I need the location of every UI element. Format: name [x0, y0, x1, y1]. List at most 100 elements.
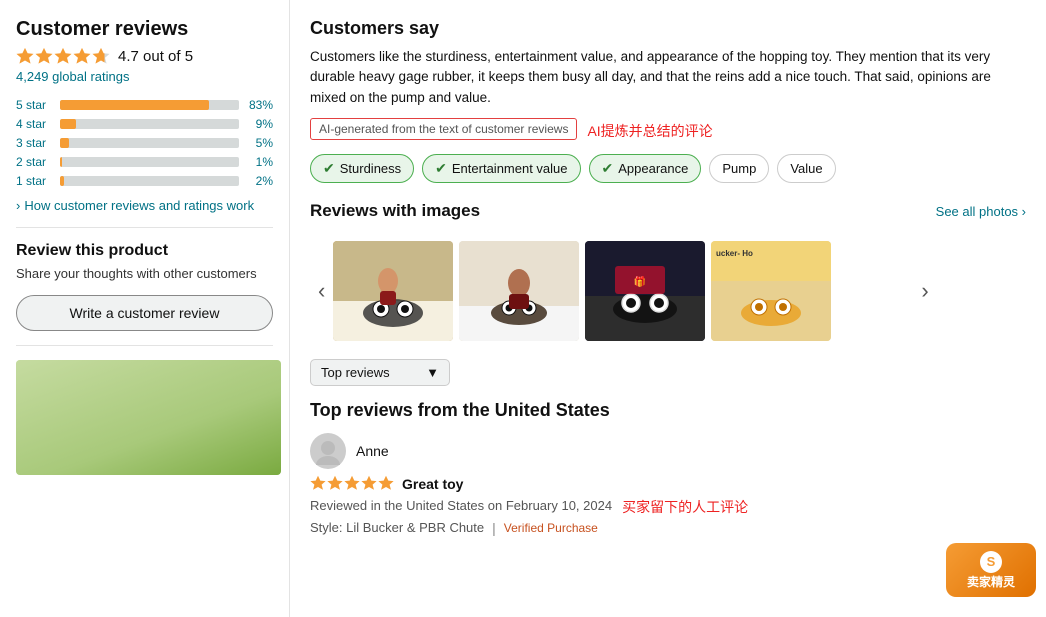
bar-pct-2star: 1%: [245, 155, 273, 169]
reviews-images-title: Reviews with images: [310, 201, 480, 221]
reviewer-name: Anne: [356, 443, 389, 459]
review-star-3: [344, 475, 360, 494]
buyer-label-chinese: 买家留下的人工评论: [622, 497, 748, 517]
bar-pct-1star: 2%: [245, 174, 273, 188]
rating-row: 4.7 out of 5: [16, 47, 273, 65]
tag-value[interactable]: Value: [777, 154, 835, 183]
tag-label-sturdiness: Sturdiness: [340, 161, 401, 176]
prev-image-button[interactable]: ‹: [310, 278, 333, 304]
bar-fill-4star: [60, 119, 76, 129]
bar-track-5star: [60, 100, 239, 110]
bar-pct-4star: 9%: [245, 117, 273, 131]
tag-pump[interactable]: Pump: [709, 154, 769, 183]
rating-text: 4.7 out of 5: [118, 48, 193, 65]
how-reviews-work-link[interactable]: › How customer reviews and ratings work: [16, 198, 273, 213]
check-icon-appearance: ✔: [602, 160, 614, 177]
review-star-5: [378, 475, 394, 494]
divider-1: [16, 227, 273, 228]
bar-fill-5star: [60, 100, 209, 110]
review-meta-row: Reviewed in the United States on Februar…: [310, 497, 1026, 517]
verified-purchase: Verified Purchase: [504, 521, 598, 535]
bar-label-4star: 4 star: [16, 117, 54, 131]
svg-text:🎁: 🎁: [634, 275, 646, 288]
images-header: Reviews with images See all photos ›: [310, 201, 1026, 231]
bar-row-1star[interactable]: 1 star 2%: [16, 174, 273, 188]
review-star-4: [361, 475, 377, 494]
right-panel: Customers say Customers like the sturdin…: [290, 0, 1046, 617]
top-reviews-from-title: Top reviews from the United States: [310, 400, 1026, 421]
bar-label-3star: 3 star: [16, 136, 54, 150]
bar-pct-3star: 5%: [245, 136, 273, 150]
bar-label-1star: 1 star: [16, 174, 54, 188]
star-1-icon: [16, 47, 34, 65]
divider-2: [16, 345, 273, 346]
bar-fill-1star: [60, 176, 64, 186]
dropdown-chevron-icon: ▼: [426, 365, 439, 380]
bar-fill-3star: [60, 138, 69, 148]
thumbnail-image: [16, 360, 281, 475]
bar-row-2star[interactable]: 2 star 1%: [16, 155, 273, 169]
review-images-scroll: 🎁 ucker- Ho: [333, 241, 913, 341]
review-image-2[interactable]: [459, 241, 579, 341]
ai-label-chinese: AI提炼并总结的评论: [587, 121, 712, 141]
bar-track-4star: [60, 119, 239, 129]
reviewer-row: Anne: [310, 433, 1026, 469]
review-star-rating: [310, 475, 394, 494]
next-image-button[interactable]: ›: [913, 278, 936, 304]
review-image-1[interactable]: [333, 241, 453, 341]
bar-track-3star: [60, 138, 239, 148]
tag-label-entertainment: Entertainment value: [452, 161, 568, 176]
bar-row-3star[interactable]: 3 star 5%: [16, 136, 273, 150]
customers-say-text: Customers like the sturdiness, entertain…: [310, 47, 1026, 108]
bar-fill-2star: [60, 157, 62, 167]
reviewer-avatar: [310, 433, 346, 469]
customer-reviews-title: Customer reviews: [16, 18, 273, 41]
tag-entertainment[interactable]: ✔ Entertainment value: [422, 154, 580, 183]
svg-text:ucker- Ho: ucker- Ho: [716, 249, 753, 258]
review-product-title: Review this product: [16, 242, 273, 260]
review-style-row: Style: Lil Bucker & PBR Chute | Verified…: [310, 520, 1026, 537]
seller-widget[interactable]: S 卖家精灵: [946, 543, 1036, 597]
dropdown-label: Top reviews: [321, 365, 390, 380]
review-title: Great toy: [402, 476, 463, 492]
review-product-sub: Share your thoughts with other customers: [16, 266, 273, 281]
star-5-icon: [92, 47, 110, 65]
avatar-icon: [314, 437, 342, 465]
review-image-4[interactable]: ucker- Ho: [711, 241, 831, 341]
review-star-1: [310, 475, 326, 494]
bar-label-2star: 2 star: [16, 155, 54, 169]
bar-label-5star: 5 star: [16, 98, 54, 112]
top-reviews-dropdown[interactable]: Top reviews ▼: [310, 359, 450, 386]
rating-bars: 5 star 83% 4 star 9% 3 star 5%: [16, 98, 273, 188]
bar-track-2star: [60, 157, 239, 167]
see-all-photos-link[interactable]: See all photos ›: [936, 204, 1026, 219]
review-image-2-svg: [459, 241, 579, 341]
review-image-3[interactable]: 🎁: [585, 241, 705, 341]
tag-sturdiness[interactable]: ✔ Sturdiness: [310, 154, 414, 183]
review-image-1-svg: [333, 241, 453, 341]
bar-pct-5star: 83%: [245, 98, 273, 112]
left-panel: Customer reviews: [0, 0, 290, 617]
check-icon-entertainment: ✔: [435, 160, 447, 177]
global-ratings: 4,249 global ratings: [16, 69, 273, 84]
star-2-icon: [35, 47, 53, 65]
star-4-icon: [73, 47, 91, 65]
tag-label-value: Value: [790, 161, 822, 176]
review-meta-date: Reviewed in the United States on Februar…: [310, 498, 612, 513]
tags-row: ✔ Sturdiness ✔ Entertainment value ✔ App…: [310, 154, 1026, 183]
tag-label-pump: Pump: [722, 161, 756, 176]
seller-widget-text: 卖家精灵: [967, 575, 1015, 589]
tag-appearance[interactable]: ✔ Appearance: [589, 154, 702, 183]
tag-label-appearance: Appearance: [618, 161, 688, 176]
check-icon-sturdiness: ✔: [323, 160, 335, 177]
bar-row-4star[interactable]: 4 star 9%: [16, 117, 273, 131]
review-star-2: [327, 475, 343, 494]
review-style: Style: Lil Bucker & PBR Chute: [310, 520, 484, 535]
chevron-down-icon: ›: [16, 198, 20, 213]
review-stars-row: Great toy: [310, 475, 1026, 494]
review-images-container: ‹: [310, 241, 1026, 341]
bar-row-5star[interactable]: 5 star 83%: [16, 98, 273, 112]
customers-say-title: Customers say: [310, 18, 1026, 39]
star-3-icon: [54, 47, 72, 65]
write-review-button[interactable]: Write a customer review: [16, 295, 273, 331]
